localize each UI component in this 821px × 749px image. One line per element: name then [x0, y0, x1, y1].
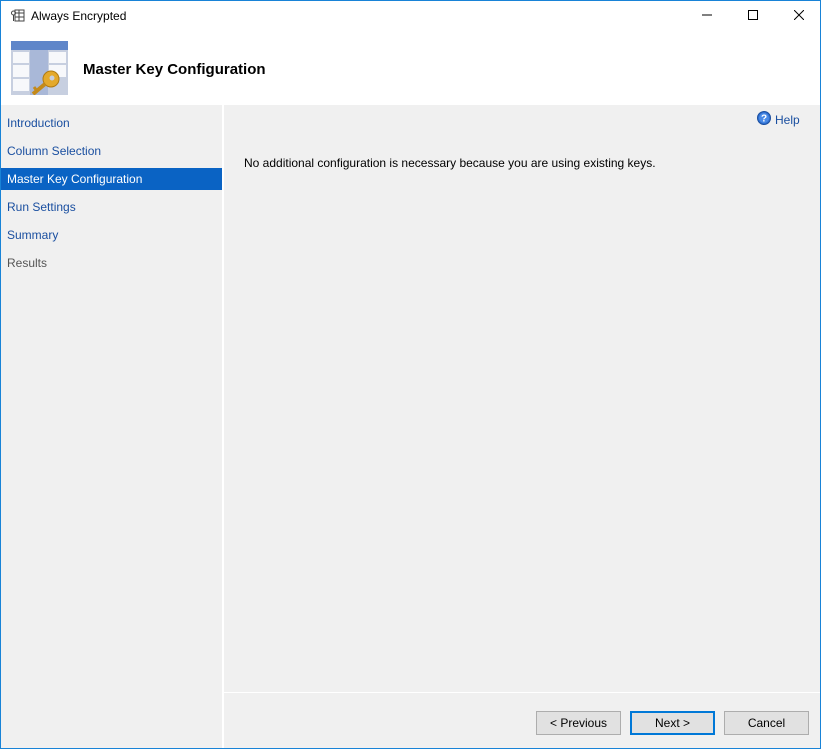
wizard-footer: < Previous Next > Cancel: [224, 693, 820, 748]
close-button[interactable]: [776, 1, 821, 31]
cancel-button[interactable]: Cancel: [724, 711, 809, 735]
sidebar-item-master-key-configuration[interactable]: Master Key Configuration: [1, 168, 222, 190]
maximize-button[interactable]: [730, 1, 776, 31]
info-message: No additional configuration is necessary…: [244, 156, 656, 170]
close-icon: [793, 9, 805, 23]
content-panel: ? Help No additional configuration is ne…: [224, 105, 820, 692]
page-title: Master Key Configuration: [83, 61, 266, 78]
wizard-header: Master Key Configuration: [1, 31, 820, 105]
table-key-icon: [11, 41, 68, 96]
sidebar-item-results: Results: [7, 256, 48, 270]
title-bar: Always Encrypted: [1, 1, 820, 31]
sidebar-item-run-settings[interactable]: Run Settings: [1, 196, 222, 218]
previous-button[interactable]: < Previous: [536, 711, 621, 735]
window-title: Always Encrypted: [31, 9, 127, 23]
maximize-icon: [748, 9, 758, 23]
help-link[interactable]: ? Help: [757, 111, 800, 128]
sidebar-item-column-selection[interactable]: Column Selection: [1, 140, 222, 162]
svg-text:?: ?: [761, 114, 767, 125]
minimize-button[interactable]: [684, 1, 730, 31]
wizard-window: Always Encrypted Master Key Configuratio…: [0, 0, 821, 749]
minimize-icon: [702, 9, 712, 23]
sidebar-item-summary[interactable]: Summary: [1, 224, 222, 246]
help-label: Help: [775, 112, 800, 127]
table-key-icon: [11, 9, 25, 22]
next-button[interactable]: Next >: [630, 711, 715, 735]
help-icon: ?: [757, 111, 771, 128]
wizard-steps-sidebar: Introduction Column Selection Master Key…: [1, 105, 222, 748]
sidebar-item-introduction[interactable]: Introduction: [1, 112, 222, 134]
